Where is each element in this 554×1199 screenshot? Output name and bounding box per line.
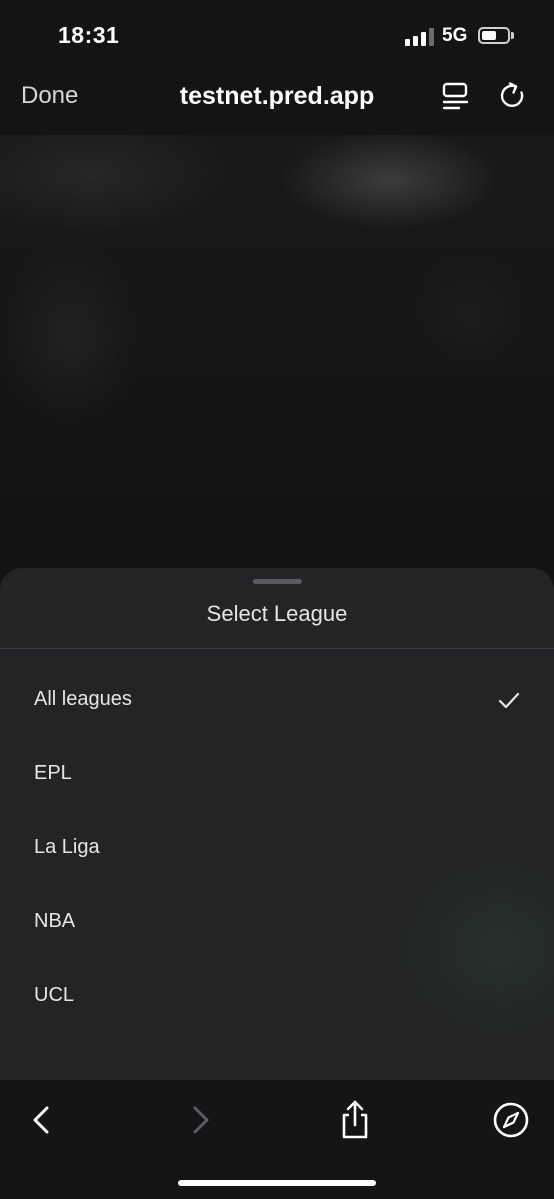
divider bbox=[0, 648, 554, 649]
select-league-sheet: Select League All leagues EPL La Liga NB… bbox=[0, 568, 554, 1083]
battery-tip bbox=[511, 32, 514, 39]
share-button[interactable] bbox=[333, 1098, 377, 1142]
battery-icon bbox=[478, 27, 510, 44]
league-option-label: EPL bbox=[34, 762, 72, 784]
league-option-epl[interactable]: EPL bbox=[0, 737, 554, 811]
league-option-label: NBA bbox=[34, 910, 76, 932]
reader-view-icon[interactable] bbox=[440, 80, 472, 112]
league-option-all-leagues[interactable]: All leagues bbox=[0, 663, 554, 737]
league-option-ucl[interactable]: UCL bbox=[0, 959, 554, 1033]
league-list: All leagues EPL La Liga NBA UCL bbox=[0, 663, 554, 1033]
league-option-la-liga[interactable]: La Liga bbox=[0, 811, 554, 885]
browser-screen: 18:31 5G Done testnet.pred.app Select Le… bbox=[0, 0, 554, 1199]
browser-toolbar bbox=[0, 1080, 554, 1199]
drag-handle[interactable] bbox=[253, 579, 302, 584]
compass-icon bbox=[493, 1102, 529, 1138]
league-option-label: La Liga bbox=[34, 836, 100, 858]
battery-level bbox=[482, 31, 496, 40]
share-icon bbox=[342, 1100, 368, 1139]
back-icon bbox=[33, 1106, 49, 1134]
league-option-label: All leagues bbox=[34, 688, 132, 710]
reload-icon[interactable] bbox=[497, 80, 529, 112]
status-bar: 18:31 5G bbox=[0, 0, 554, 70]
checkmark-icon bbox=[498, 692, 520, 709]
league-option-label: UCL bbox=[34, 984, 75, 1006]
sheet-title: Select League bbox=[206, 601, 348, 626]
blurred-page-content bbox=[0, 135, 554, 575]
status-time: 18:31 bbox=[58, 22, 120, 48]
forward-icon bbox=[193, 1106, 209, 1134]
signal-icon bbox=[405, 28, 435, 46]
back-button[interactable] bbox=[20, 1098, 64, 1142]
bookmarks-button[interactable] bbox=[489, 1098, 533, 1142]
network-type: 5G bbox=[442, 25, 468, 46]
browser-header: Done testnet.pred.app bbox=[0, 70, 554, 135]
league-option-nba[interactable]: NBA bbox=[0, 885, 554, 959]
home-indicator[interactable] bbox=[178, 1180, 376, 1186]
forward-button[interactable] bbox=[178, 1098, 222, 1142]
